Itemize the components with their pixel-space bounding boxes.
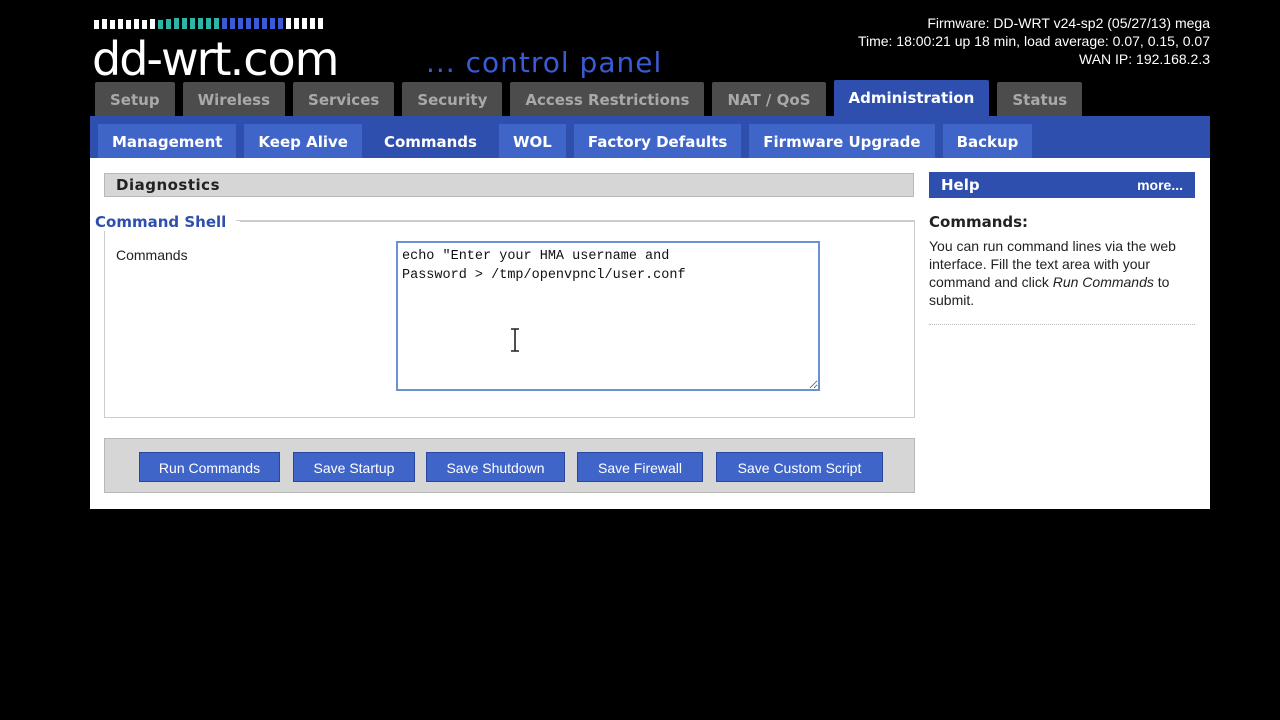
brand-name: dd-wrt.com [92, 32, 339, 86]
save-custom-script-button[interactable]: Save Custom Script [716, 452, 883, 482]
subtab-backup[interactable]: Backup [942, 124, 1033, 158]
save-shutdown-button[interactable]: Save Shutdown [426, 452, 565, 482]
help-more-link[interactable]: more... [1137, 172, 1183, 198]
ddwrt-logo: dd-wrt.com ... control panel [90, 10, 710, 84]
logo-bar [222, 18, 227, 29]
logo-bars-icon [94, 18, 323, 29]
logo-bar [182, 18, 187, 29]
tab-nat-qos[interactable]: NAT / QoS [712, 82, 826, 116]
diagnostics-header: Diagnostics [104, 173, 914, 197]
logo-bar [94, 20, 99, 29]
help-title: Help [941, 176, 980, 194]
logo-bar [174, 18, 179, 29]
content-area: Diagnostics Command Shell Commands echo … [90, 158, 1210, 509]
subtab-firmware-upgrade[interactable]: Firmware Upgrade [749, 124, 935, 158]
logo-bar [286, 18, 291, 29]
logo-bar [126, 20, 131, 29]
fieldset-divider [240, 221, 915, 222]
command-button-bar: Run Commands Save Startup Save Shutdown … [104, 438, 915, 493]
logo-bar [110, 20, 115, 29]
wan-ip-info: WAN IP: 192.168.2.3 [1079, 51, 1210, 67]
tab-security[interactable]: Security [402, 82, 503, 116]
logo-bar [270, 18, 275, 29]
logo-bar [278, 18, 283, 29]
save-startup-button[interactable]: Save Startup [293, 452, 415, 482]
subtab-management[interactable]: Management [98, 124, 237, 158]
logo-bar [118, 19, 123, 29]
logo-bar [102, 19, 107, 29]
logo-bar [262, 18, 267, 29]
help-divider [929, 324, 1195, 325]
tab-administration[interactable]: Administration [833, 80, 990, 116]
subtab-factory-defaults[interactable]: Factory Defaults [573, 124, 742, 158]
save-firewall-button[interactable]: Save Firewall [577, 452, 703, 482]
logo-bar [206, 18, 211, 29]
subtab-band: Management Keep Alive Commands WOL Facto… [90, 116, 1210, 158]
help-text: You can run command lines via the web in… [929, 238, 1176, 308]
help-header: Help more... [929, 172, 1195, 198]
logo-bar [254, 18, 259, 29]
tab-status[interactable]: Status [997, 82, 1083, 116]
logo-bar [238, 18, 243, 29]
subtab-wol[interactable]: WOL [498, 124, 566, 158]
logo-bar [190, 18, 195, 29]
logo-bar [198, 18, 203, 29]
tab-wireless[interactable]: Wireless [182, 82, 286, 116]
tab-access-restrictions[interactable]: Access Restrictions [510, 82, 705, 116]
tab-setup[interactable]: Setup [95, 82, 175, 116]
control-panel-subtitle: ... control panel [426, 46, 663, 79]
firmware-info: Firmware: DD-WRT v24-sp2 (05/27/13) mega [927, 15, 1210, 31]
sub-tabs: Management Keep Alive Commands WOL Facto… [98, 124, 1040, 158]
commands-label: Commands [116, 247, 188, 263]
subtab-keep-alive[interactable]: Keep Alive [244, 124, 362, 158]
main-tabs: Setup Wireless Services Security Access … [95, 80, 1090, 116]
help-heading: Commands: [929, 213, 1029, 231]
text-cursor-icon [511, 328, 519, 352]
run-commands-button[interactable]: Run Commands [139, 452, 280, 482]
logo-bar [310, 18, 315, 29]
subtab-commands[interactable]: Commands [369, 124, 491, 158]
logo-bar [318, 18, 323, 29]
logo-bar [158, 20, 163, 29]
uptime-info: Time: 18:00:21 up 18 min, load average: … [857, 33, 1210, 49]
command-shell-legend: Command Shell [95, 213, 237, 231]
tab-services[interactable]: Services [293, 82, 395, 116]
logo-bar [302, 18, 307, 29]
logo-bar [142, 20, 147, 29]
logo-bar [294, 18, 299, 29]
logo-bar [214, 18, 219, 29]
logo-bar [150, 19, 155, 29]
logo-bar [246, 18, 251, 29]
logo-bar [166, 19, 171, 29]
router-info: Firmware: DD-WRT v24-sp2 (05/27/13) mega… [858, 14, 1210, 68]
commands-textarea[interactable]: echo "Enter your HMA username and Passwo… [396, 241, 820, 391]
logo-bar [230, 18, 235, 29]
logo-bar [134, 19, 139, 29]
